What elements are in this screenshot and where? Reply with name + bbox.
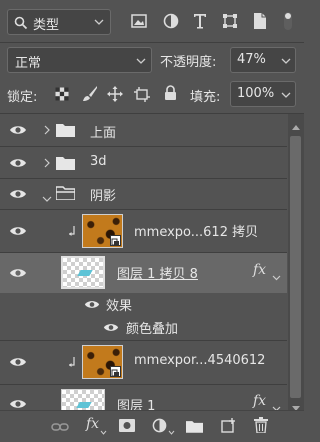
layer-row-group[interactable]: 上面 [0, 114, 287, 146]
thumbnail-shape [77, 270, 93, 276]
effect-name: 颜色叠加 [126, 322, 179, 337]
layer-name: mmexpo...612 拷贝 [134, 225, 259, 240]
type-filter-icon[interactable] [193, 13, 207, 29]
visibility-eye-icon[interactable] [84, 299, 100, 313]
divider [0, 42, 304, 43]
lock-label: 锁定: [7, 90, 38, 105]
folder-open-icon [55, 186, 76, 203]
layer-row-group-open[interactable]: 阴影 [0, 179, 287, 209]
opacity-label: 不透明度: [160, 55, 217, 70]
scroll-up-arrow-icon[interactable] [292, 119, 300, 133]
blend-mode-dropdown[interactable]: 正常 [7, 47, 152, 73]
layer-name: 阴影 [90, 189, 117, 204]
blend-mode-value: 正常 [15, 56, 42, 71]
lock-artboard-icon[interactable] [134, 86, 150, 102]
layer-row-selected[interactable]: 图层 1 拷贝 8 fx [0, 253, 287, 293]
lock-position-move-icon[interactable] [107, 86, 123, 102]
layer-row-smart-object[interactable]: mmexpor...4540612 [0, 341, 287, 384]
chevron-down-icon [281, 92, 291, 98]
chevron-right-icon[interactable] [44, 157, 50, 171]
visibility-eye-icon[interactable] [9, 124, 27, 136]
link-layers-icon[interactable] [51, 421, 69, 435]
layer-name: 图层 1 [117, 399, 156, 410]
visibility-eye-icon[interactable] [103, 322, 119, 336]
layer-row-smart-object[interactable]: mmexpo...612 拷贝 [0, 210, 287, 252]
lock-all-icon[interactable] [164, 85, 177, 101]
fill-value: 100% [237, 86, 275, 101]
layer-name: 图层 1 拷贝 8 [117, 267, 198, 282]
filter-label: 类型 [33, 18, 60, 33]
search-icon [14, 16, 28, 30]
adjustment-filter-icon[interactable] [163, 13, 179, 29]
layer-thumbnail [61, 256, 105, 289]
layer-thumbnail [61, 389, 105, 410]
opacity-field[interactable]: 47% [230, 47, 296, 73]
clipping-arrow-icon [68, 356, 76, 371]
visibility-eye-icon[interactable] [9, 267, 27, 279]
folder-icon [56, 123, 75, 140]
lock-pixels-brush-icon[interactable] [82, 85, 98, 103]
layer-thumbnail [82, 345, 123, 379]
chevron-down-icon[interactable] [272, 401, 281, 410]
visibility-eye-icon[interactable] [9, 188, 27, 200]
visibility-eye-icon[interactable] [9, 356, 27, 368]
chevron-down-icon[interactable] [272, 270, 281, 284]
effects-label: 效果 [106, 299, 133, 314]
shape-filter-icon[interactable] [222, 13, 238, 29]
folder-icon [56, 156, 75, 173]
opacity-value: 47% [237, 52, 266, 67]
chevron-down-icon[interactable] [42, 191, 52, 205]
chevron-right-icon[interactable] [44, 124, 50, 138]
filter-toggle-switch[interactable] [284, 12, 292, 30]
new-group-folder-icon[interactable] [186, 420, 203, 436]
adjustment-layer-icon[interactable] [152, 418, 167, 436]
fill-field[interactable]: 100% [230, 81, 296, 107]
delete-layer-trash-icon[interactable] [254, 417, 268, 436]
new-layer-icon[interactable] [221, 418, 236, 436]
visibility-eye-icon[interactable] [9, 157, 27, 169]
layer-filter-dropdown[interactable]: 类型 [7, 9, 111, 35]
chevron-down-icon [281, 58, 291, 64]
chevron-down-icon [100, 424, 107, 438]
smart-object-badge-icon [110, 235, 121, 246]
scrollbar-thumb[interactable] [290, 136, 301, 398]
visibility-eye-icon[interactable] [9, 398, 27, 410]
add-layer-style-fx-icon[interactable]: fx [86, 416, 99, 432]
lock-transparency-icon[interactable] [55, 87, 69, 101]
layers-bottom-toolbar: fx [0, 410, 304, 442]
chevron-down-icon [94, 19, 104, 25]
layer-effects-row[interactable]: 效果 [0, 293, 287, 316]
image-filter-icon[interactable] [131, 14, 147, 28]
layer-row[interactable]: 图层 1 fx [0, 385, 287, 410]
chevron-down-icon [168, 424, 175, 438]
smart-object-badge-icon [110, 366, 121, 377]
layer-name: 3d [90, 154, 107, 169]
thumbnail-shape [76, 402, 92, 408]
chevron-down-icon [136, 58, 146, 64]
layer-thumbnail [82, 214, 123, 248]
fx-icon[interactable]: fx [253, 262, 266, 278]
add-mask-icon[interactable] [119, 419, 135, 435]
layer-row-group[interactable]: 3d [0, 147, 287, 178]
fx-icon[interactable]: fx [253, 393, 266, 409]
filter-toggle-knob [285, 13, 291, 19]
layer-name: mmexpor...4540612 [134, 353, 266, 368]
visibility-eye-icon[interactable] [9, 225, 27, 237]
color-overlay-effect-row[interactable]: 颜色叠加 [0, 316, 287, 340]
fill-label: 填充: [190, 90, 221, 105]
layer-name: 上面 [90, 126, 117, 141]
smart-object-filter-icon[interactable] [253, 12, 267, 30]
clipping-arrow-icon [68, 225, 76, 240]
